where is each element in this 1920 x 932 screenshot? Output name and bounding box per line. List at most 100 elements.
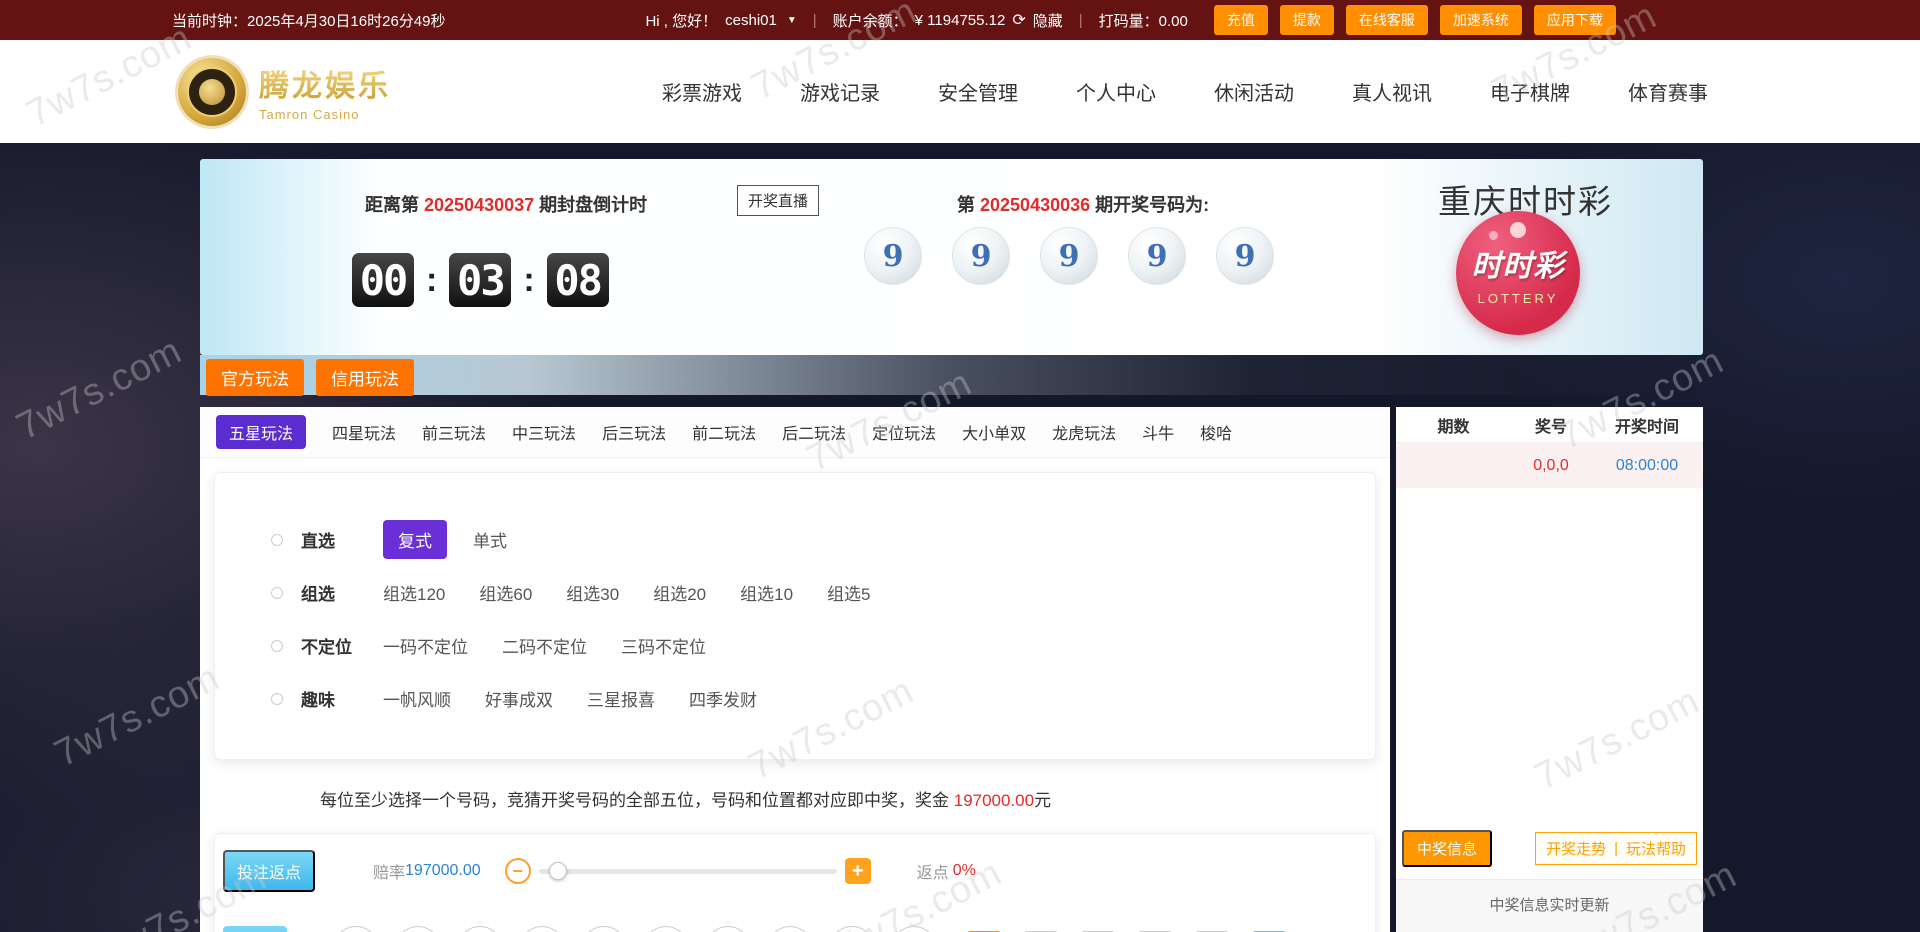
chevron-down-icon: ▼: [787, 15, 797, 26]
topbar-button[interactable]: 加速系统: [1440, 5, 1522, 35]
lottery-logo-icon: 时时彩 LOTTERY: [1456, 211, 1580, 335]
play-option[interactable]: 组选30: [566, 580, 619, 605]
topbar-button[interactable]: 在线客服: [1346, 5, 1428, 35]
time-col-header: 开奖时间: [1591, 413, 1703, 437]
play-option[interactable]: 一码不定位: [383, 633, 468, 658]
user-menu[interactable]: Hi , 您好！ ceshi01 ▼: [645, 10, 796, 31]
refresh-icon[interactable]: ⟳: [1012, 10, 1025, 30]
topbar-button[interactable]: 充值: [1214, 5, 1268, 35]
topbar: 当前时钟：2025年4月30日16时26分49秒 Hi , 您好！ ceshi0…: [0, 0, 1920, 40]
game-tab[interactable]: 中三玩法: [512, 420, 576, 444]
nav-item[interactable]: 体育赛事: [1628, 77, 1708, 106]
radio-icon[interactable]: [271, 640, 283, 652]
play-group-label: 直选: [301, 527, 383, 552]
hide-balance-link[interactable]: 隐藏: [1033, 10, 1063, 31]
win-info-button[interactable]: 中奖信息: [1402, 830, 1492, 867]
number-balls: 0 1 2 3 4 5 6 7 8 9: [333, 926, 937, 932]
main-nav: 彩票游戏 游戏记录 安全管理 个人中心 休闲活动 真人视讯 电子棋牌 体育赛事: [662, 77, 1708, 106]
result-prefix: 第: [957, 195, 975, 215]
game-tab[interactable]: 大小单双: [962, 420, 1026, 444]
help-link[interactable]: 玩法帮助: [1626, 838, 1686, 859]
game-tab[interactable]: 斗牛: [1142, 420, 1174, 444]
play-option[interactable]: 二码不定位: [502, 633, 587, 658]
game-tab[interactable]: 后二玩法: [782, 420, 846, 444]
number-ball[interactable]: 2: [457, 926, 503, 932]
sidebar-spacer: [1396, 488, 1703, 830]
topbar-button[interactable]: 应用下载: [1534, 5, 1616, 35]
position-tab-wanwei[interactable]: 万位: [223, 926, 287, 932]
game-tab[interactable]: 五星玩法: [216, 415, 306, 449]
increase-button[interactable]: +: [845, 858, 871, 884]
play-group-label: 组选: [301, 580, 383, 605]
result-row: 0,0,0 08:00:00: [1396, 443, 1703, 488]
radio-icon[interactable]: [271, 693, 283, 705]
countdown-title: 距离第 20250430037 期封盘倒计时: [365, 191, 647, 217]
bet-rebate-button[interactable]: 投注返点: [223, 850, 315, 892]
number-ball[interactable]: 7: [767, 926, 813, 932]
play-option[interactable]: 三星报喜: [587, 686, 655, 711]
nav-item[interactable]: 个人中心: [1076, 77, 1156, 106]
result-ball: 9: [1216, 227, 1274, 285]
radio-icon[interactable]: [271, 534, 283, 546]
play-mode-button[interactable]: 信用玩法: [316, 359, 414, 396]
number-ball[interactable]: 3: [519, 926, 565, 932]
game-tab[interactable]: 前三玩法: [422, 420, 486, 444]
rebate-value: 0%: [953, 862, 976, 880]
radio-icon[interactable]: [271, 587, 283, 599]
number-ball[interactable]: 0: [333, 926, 379, 932]
number-ball[interactable]: 5: [643, 926, 689, 932]
colon: :: [523, 261, 534, 300]
play-option[interactable]: 复式: [383, 520, 447, 559]
play-option[interactable]: 三码不定位: [621, 633, 706, 658]
play-option[interactable]: 好事成双: [485, 686, 553, 711]
colon: :: [426, 261, 437, 300]
trend-link[interactable]: 开奖走势: [1546, 838, 1606, 859]
update-note: 中奖信息实时更新: [1396, 880, 1703, 932]
nav-item[interactable]: 休闲活动: [1214, 77, 1294, 106]
number-col-header: 奖号: [1511, 413, 1591, 437]
play-option[interactable]: 组选60: [479, 580, 532, 605]
odds-slider[interactable]: [539, 869, 837, 874]
play-option[interactable]: 单式: [473, 527, 507, 552]
number-ball[interactable]: 8: [829, 926, 875, 932]
play-option[interactable]: 组选5: [827, 580, 870, 605]
game-tab[interactable]: 龙虎玩法: [1052, 420, 1116, 444]
decrease-button[interactable]: −: [505, 858, 531, 884]
game-tab[interactable]: 四星玩法: [332, 420, 396, 444]
number-ball[interactable]: 1: [395, 926, 441, 932]
slider-handle[interactable]: [549, 862, 567, 880]
play-option[interactable]: 组选20: [653, 580, 706, 605]
play-mode-strip: 官方玩法信用玩法: [200, 355, 1703, 395]
play-description: 每位至少选择一个号码，竞猜开奖号码的全部五位，号码和位置都对应即中奖，奖金 19…: [320, 786, 1390, 811]
lottery-logo-text: 时时彩: [1472, 241, 1565, 285]
clock-label: 当前时钟：: [172, 13, 247, 30]
divider: |: [1614, 840, 1618, 857]
number-ball[interactable]: 9: [891, 926, 937, 932]
game-tab[interactable]: 定位玩法: [872, 420, 936, 444]
odds-value: 197000.00: [405, 862, 481, 880]
divider: |: [813, 12, 817, 29]
play-group-budingwei: 不定位 一码不定位二码不定位三码不定位: [215, 619, 1375, 672]
number-ball[interactable]: 4: [581, 926, 627, 932]
clock: 当前时钟：2025年4月30日16时26分49秒: [172, 10, 445, 31]
nav-item[interactable]: 游戏记录: [800, 77, 880, 106]
game-tab[interactable]: 梭哈: [1200, 420, 1232, 444]
nav-item[interactable]: 电子棋牌: [1490, 77, 1570, 106]
number-ball[interactable]: 6: [705, 926, 751, 932]
clock-value: 2025年4月30日16时26分49秒: [247, 13, 445, 30]
countdown-prefix: 距离第: [365, 195, 419, 215]
game-tab[interactable]: 前二玩法: [692, 420, 756, 444]
result-issue: 20250430036: [980, 195, 1090, 215]
play-mode-button[interactable]: 官方玩法: [206, 359, 304, 396]
nav-item[interactable]: 彩票游戏: [662, 77, 742, 106]
nav-item[interactable]: 安全管理: [938, 77, 1018, 106]
lottery-banner: 距离第 20250430037 期封盘倒计时 开奖直播 00 : 03 : 08…: [200, 159, 1703, 355]
live-draw-button[interactable]: 开奖直播: [737, 185, 819, 216]
play-option[interactable]: 一帆风顺: [383, 686, 451, 711]
play-option[interactable]: 组选120: [383, 580, 445, 605]
topbar-button[interactable]: 提款: [1280, 5, 1334, 35]
play-option[interactable]: 组选10: [740, 580, 793, 605]
nav-item[interactable]: 真人视讯: [1352, 77, 1432, 106]
game-tab[interactable]: 后三玩法: [602, 420, 666, 444]
play-option[interactable]: 四季发财: [689, 686, 757, 711]
